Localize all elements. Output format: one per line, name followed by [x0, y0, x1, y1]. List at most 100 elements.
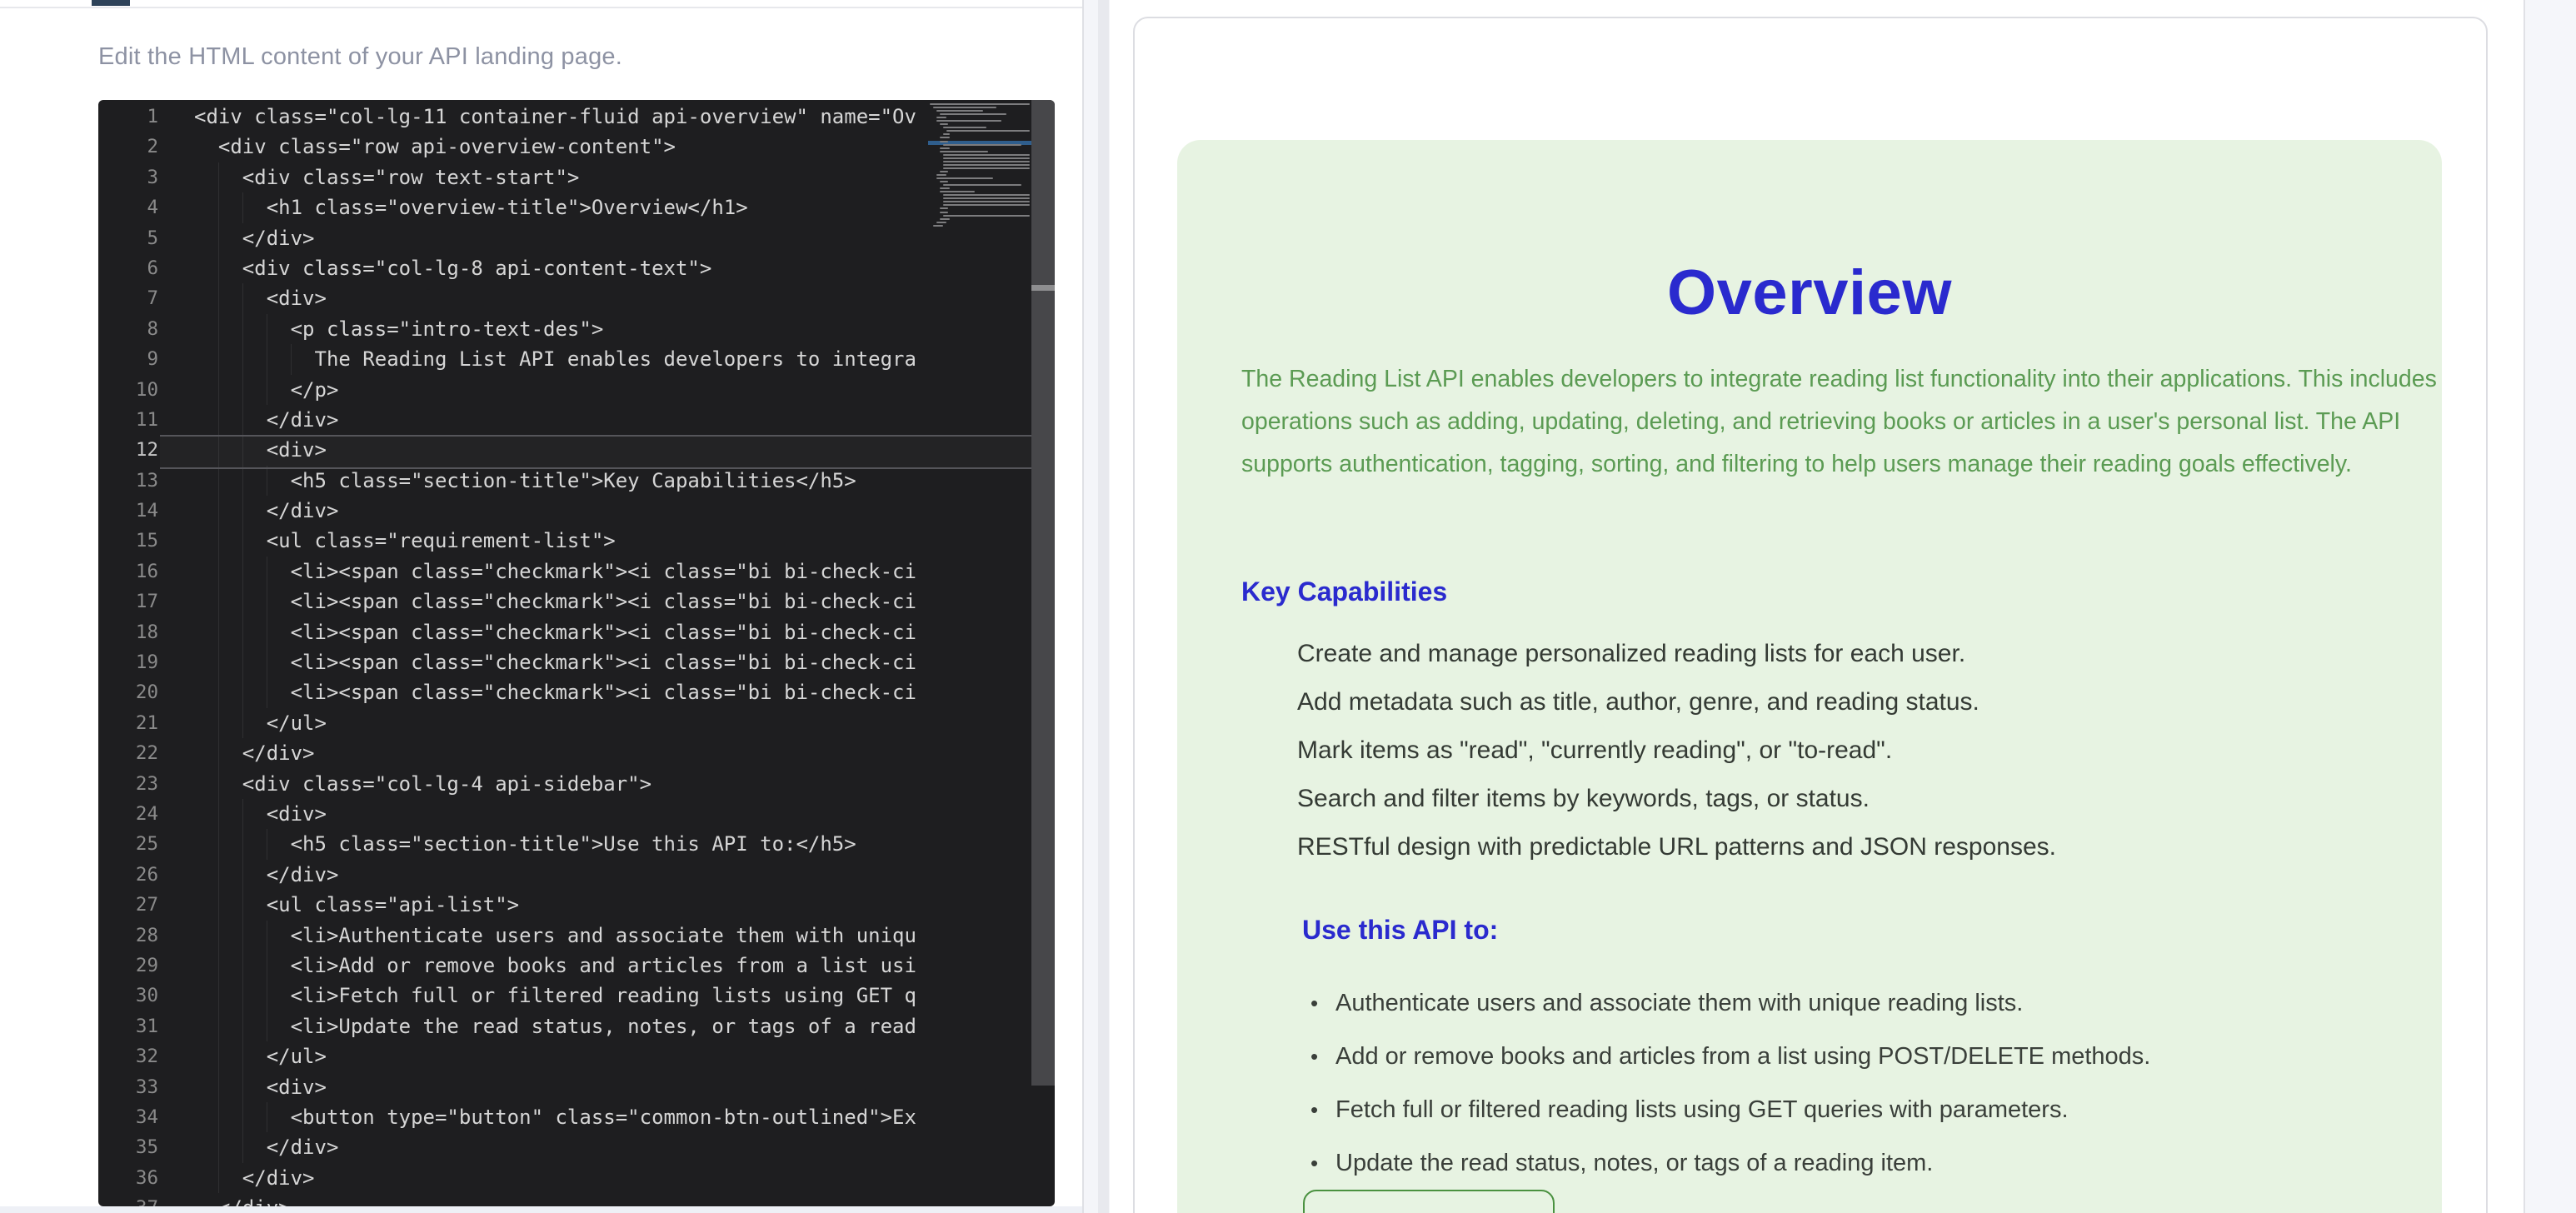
line-number: 11 [98, 405, 158, 435]
code-line: 26 </div> [98, 860, 928, 890]
tabstrip-divider [0, 7, 1082, 8]
screen: Edit the HTML content of your API landin… [0, 0, 2576, 1213]
line-number: 7 [98, 283, 158, 313]
code-text: </div> [194, 496, 338, 526]
code-text: <li><span class="checkmark"><i class="bi… [194, 677, 916, 707]
line-number: 14 [98, 496, 158, 526]
line-number: 17 [98, 587, 158, 616]
code-text: <li>Add or remove books and articles fro… [194, 951, 916, 981]
explore-api-docs-button[interactable]: Explore API Docs [1303, 1190, 1555, 1213]
code-line: 15 <ul class="requirement-list"> [98, 526, 928, 556]
line-number: 10 [98, 375, 158, 405]
code-text: <p class="intro-text-des"> [194, 314, 603, 344]
use-this-api-item: •Add or remove books and articles from a… [1299, 1030, 2415, 1083]
code-text: The Reading List API enables developers … [194, 344, 916, 374]
pane-gutter [1084, 0, 1110, 1213]
code-line: 33 <div> [98, 1072, 928, 1102]
code-text: <h1 class="overview-title">Overview</h1> [194, 192, 748, 222]
code-text: <h5 class="section-title">Use this API t… [194, 829, 856, 859]
key-capability-item: Search and filter items by keywords, tag… [1297, 775, 2414, 823]
line-number: 6 [98, 253, 158, 283]
use-this-api-item: •Update the read status, notes, or tags … [1299, 1136, 2415, 1190]
line-number: 25 [98, 829, 158, 859]
line-number: 13 [98, 466, 158, 496]
code-line: 4 <h1 class="overview-title">Overview</h… [98, 192, 928, 222]
code-line: 11 </div> [98, 405, 928, 435]
line-number: 22 [98, 738, 158, 768]
line-number: 24 [98, 799, 158, 829]
line-number: 23 [98, 769, 158, 799]
code-text: <div class="row api-overview-content"> [194, 132, 676, 162]
code-text: </ul> [194, 1041, 327, 1071]
code-line: 1<div class="col-lg-11 container-fluid a… [98, 102, 928, 132]
editor-scrollbar[interactable] [1031, 100, 1055, 1206]
line-number: 31 [98, 1011, 158, 1041]
code-line: 7 <div> [98, 283, 928, 313]
preview-card: Overview The Reading List API enables de… [1133, 17, 2488, 1213]
code-line: 23 <div class="col-lg-4 api-sidebar"> [98, 769, 928, 799]
bullet-icon: • [1310, 976, 1318, 1030]
code-line: 27 <ul class="api-list"> [98, 890, 928, 920]
code-text: <li>Update the read status, notes, or ta… [194, 1011, 916, 1041]
code-text: <li><span class="checkmark"><i class="bi… [194, 617, 916, 647]
code-text: <div> [194, 1072, 327, 1102]
code-text: <div> [194, 799, 327, 829]
code-text: </div> [194, 223, 315, 253]
scrollbar-band [1031, 285, 1055, 291]
code-lines[interactable]: 1<div class="col-lg-11 container-fluid a… [98, 102, 928, 1206]
preview-panel: Overview The Reading List API enables de… [1110, 0, 2524, 1213]
code-line: 8 <p class="intro-text-des"> [98, 314, 928, 344]
code-text: <li><span class="checkmark"><i class="bi… [194, 647, 916, 677]
code-text: </div> [194, 1193, 291, 1206]
use-this-api-item-text: Fetch full or filtered reading lists usi… [1335, 1096, 2069, 1123]
page-title: Overview [1177, 257, 2442, 329]
code-line: 9 The Reading List API enables developer… [98, 344, 928, 374]
code-text: </div> [194, 738, 315, 768]
code-line: 18 <li><span class="checkmark"><i class=… [98, 617, 928, 647]
key-capabilities-list: Create and manage personalized reading l… [1297, 630, 2414, 871]
code-text: <h5 class="section-title">Key Capabiliti… [194, 466, 856, 496]
use-this-api-item-text: Add or remove books and articles from a … [1335, 1043, 2150, 1070]
line-number: 15 [98, 526, 158, 556]
scrollbar-thumb[interactable] [1031, 100, 1055, 1086]
code-line: 29 <li>Add or remove books and articles … [98, 951, 928, 981]
line-number: 29 [98, 951, 158, 981]
code-line: 19 <li><span class="checkmark"><i class=… [98, 647, 928, 677]
use-this-api-item-text: Update the read status, notes, or tags o… [1335, 1150, 1933, 1176]
code-line: 20 <li><span class="checkmark"><i class=… [98, 677, 928, 707]
code-text: </div> [194, 1163, 315, 1193]
use-this-api-item-text: Authenticate users and associate them wi… [1335, 990, 2023, 1016]
line-number: 27 [98, 890, 158, 920]
line-number: 8 [98, 314, 158, 344]
code-text: <div class="col-lg-4 api-sidebar"> [194, 769, 651, 799]
code-line: 28 <li>Authenticate users and associate … [98, 921, 928, 951]
line-number: 1 [98, 102, 158, 132]
minimap[interactable] [928, 102, 1031, 1206]
line-number: 21 [98, 708, 158, 738]
active-tab-indicator[interactable] [92, 0, 130, 6]
code-line: 6 <div class="col-lg-8 api-content-text"… [98, 253, 928, 283]
use-this-api-list: • Authenticate users and associate them w… [1299, 976, 2415, 1190]
code-line: 17 <li><span class="checkmark"><i class=… [98, 587, 928, 616]
current-line-highlight [160, 435, 1031, 469]
line-number: 20 [98, 677, 158, 707]
code-editor[interactable]: 1<div class="col-lg-11 container-fluid a… [98, 100, 1055, 1206]
landing-page-panel: Overview The Reading List API enables de… [1177, 140, 2442, 1213]
code-text: <ul class="requirement-list"> [194, 526, 616, 556]
pane-scrollbar[interactable] [1098, 0, 1109, 1213]
code-text: <li><span class="checkmark"><i class="bi… [194, 587, 916, 616]
line-number: 19 [98, 647, 158, 677]
editor-panel: Edit the HTML content of your API landin… [0, 0, 1082, 1213]
line-number: 34 [98, 1102, 158, 1132]
code-line: 35 </div> [98, 1132, 928, 1162]
code-text: </ul> [194, 708, 327, 738]
use-this-api-title: Use this API to: [1302, 915, 1498, 946]
key-capability-item: RESTful design with predictable URL patt… [1297, 823, 2414, 871]
code-line: 21 </ul> [98, 708, 928, 738]
code-line: 36 </div> [98, 1163, 928, 1193]
line-number: 35 [98, 1132, 158, 1162]
line-number: 5 [98, 223, 158, 253]
code-line: 16 <li><span class="checkmark"><i class=… [98, 557, 928, 587]
code-line: 31 <li>Update the read status, notes, or… [98, 1011, 928, 1041]
use-this-api-item: •Fetch full or filtered reading lists us… [1299, 1083, 2415, 1136]
